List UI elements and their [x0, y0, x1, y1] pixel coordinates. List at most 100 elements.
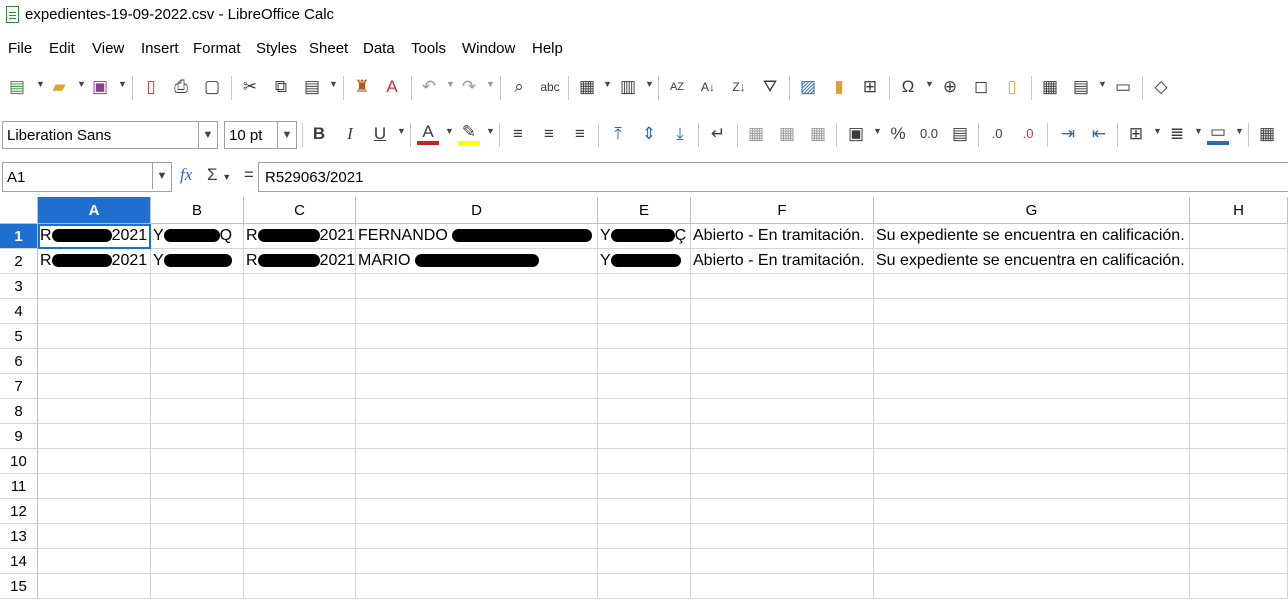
paste-icon[interactable]: ▤	[301, 76, 323, 98]
column-header-d[interactable]: D	[356, 197, 598, 224]
formula-input[interactable]: R529063/2021	[258, 162, 1288, 192]
cell-f2[interactable]: Abierto - En tramitación.	[691, 249, 874, 274]
decrease-indent-icon[interactable]: ⇤	[1088, 123, 1110, 145]
empty-cell[interactable]	[1190, 499, 1288, 524]
sort-icon[interactable]: AZ	[666, 76, 688, 98]
row-header[interactable]: 13	[0, 524, 38, 549]
merge-center-icon[interactable]: ▦	[745, 123, 767, 145]
cell-g2[interactable]: Su expediente se encuentra en calificaci…	[874, 249, 1190, 274]
row-header[interactable]: 10	[0, 449, 38, 474]
column-header-h[interactable]: H	[1190, 197, 1288, 224]
empty-cell[interactable]	[598, 424, 691, 449]
menu-tools[interactable]: Tools	[411, 40, 446, 57]
empty-cell[interactable]	[356, 424, 598, 449]
undo-icon[interactable]: ↶	[418, 76, 440, 98]
empty-cell[interactable]	[244, 324, 356, 349]
row-header[interactable]: 7	[0, 374, 38, 399]
borders-dropdown-icon[interactable]: ▼	[1153, 126, 1162, 136]
row-header[interactable]: 11	[0, 474, 38, 499]
empty-cell[interactable]	[691, 474, 874, 499]
empty-cell[interactable]	[598, 499, 691, 524]
row-header[interactable]: 14	[0, 549, 38, 574]
currency-dropdown-icon[interactable]: ▼	[873, 126, 882, 136]
cell-d2[interactable]: MARIO	[356, 249, 598, 274]
empty-cell[interactable]	[38, 349, 151, 374]
empty-cell[interactable]	[1190, 524, 1288, 549]
empty-cell[interactable]	[151, 324, 244, 349]
row-dropdown-icon[interactable]: ▼	[603, 79, 612, 89]
column-header-a[interactable]: A	[38, 197, 151, 224]
print-preview-icon[interactable]: ▢	[201, 76, 223, 98]
cell-a1[interactable]: R 2021	[38, 224, 151, 249]
empty-cell[interactable]	[874, 549, 1190, 574]
empty-cell[interactable]	[874, 399, 1190, 424]
empty-cell[interactable]	[151, 549, 244, 574]
increase-indent-icon[interactable]: ⇥	[1057, 123, 1079, 145]
row-header[interactable]: 3	[0, 274, 38, 299]
empty-cell[interactable]	[598, 299, 691, 324]
empty-cell[interactable]	[691, 524, 874, 549]
date-format-icon[interactable]: ▤	[949, 123, 971, 145]
define-print-area-icon[interactable]: ▦	[1039, 76, 1061, 98]
empty-cell[interactable]	[38, 449, 151, 474]
empty-cell[interactable]	[151, 374, 244, 399]
menu-sheet[interactable]: Sheet	[309, 40, 348, 57]
row-header[interactable]: 15	[0, 574, 38, 599]
unmerge-cells-icon[interactable]: ▦	[807, 123, 829, 145]
empty-cell[interactable]	[874, 499, 1190, 524]
row-header[interactable]: 4	[0, 299, 38, 324]
bold-icon[interactable]: B	[308, 123, 330, 145]
new-dropdown-icon[interactable]: ▼	[36, 79, 45, 89]
spreadsheet-grid[interactable]: A B C D E F G H 1 2 3 4 5 6 7 8 9 10 11 …	[0, 197, 1288, 600]
empty-cell[interactable]	[38, 374, 151, 399]
empty-cell[interactable]	[244, 524, 356, 549]
show-draw-functions-icon[interactable]: ◇	[1150, 76, 1172, 98]
empty-cell[interactable]	[1190, 474, 1288, 499]
export-pdf-icon[interactable]: ▯	[140, 76, 162, 98]
borders-icon[interactable]: ⊞	[1125, 123, 1147, 145]
empty-cell[interactable]	[38, 474, 151, 499]
find-replace-icon[interactable]: ⌕	[508, 76, 530, 98]
header-footer-icon[interactable]: ▯	[1001, 76, 1023, 98]
align-bottom-icon[interactable]: ⤓	[669, 123, 691, 145]
row-icon[interactable]: ▦	[576, 76, 598, 98]
empty-cell[interactable]	[598, 274, 691, 299]
sum-dropdown-icon[interactable]: ▼	[222, 172, 231, 182]
row-header[interactable]: 1	[0, 224, 38, 249]
sort-descending-icon[interactable]: Z↓	[728, 76, 750, 98]
conditional-format-icon[interactable]: ▦	[1256, 123, 1278, 145]
row-header[interactable]: 5	[0, 324, 38, 349]
column-header-b[interactable]: B	[151, 197, 244, 224]
empty-cell[interactable]	[356, 499, 598, 524]
redo-icon[interactable]: ↷	[458, 76, 480, 98]
underline-icon[interactable]: U	[369, 123, 391, 145]
empty-cell[interactable]	[356, 549, 598, 574]
menu-format[interactable]: Format	[193, 40, 241, 57]
empty-cell[interactable]	[38, 424, 151, 449]
cell-h1[interactable]	[1190, 224, 1288, 249]
select-all-corner[interactable]	[0, 197, 38, 224]
empty-cell[interactable]	[38, 524, 151, 549]
empty-cell[interactable]	[356, 374, 598, 399]
formula-icon[interactable]: =	[244, 165, 254, 184]
align-left-icon[interactable]: ≡	[507, 123, 529, 145]
clone-formatting-icon[interactable]: ♜	[351, 76, 373, 98]
merge-cells-icon[interactable]: ▦	[776, 123, 798, 145]
clear-formatting-icon[interactable]: A	[381, 76, 403, 98]
cell-c1[interactable]: R 2021	[244, 224, 356, 249]
empty-cell[interactable]	[38, 274, 151, 299]
empty-cell[interactable]	[598, 449, 691, 474]
cell-e1[interactable]: YÇ	[598, 224, 691, 249]
empty-cell[interactable]	[691, 399, 874, 424]
row-header[interactable]: 2	[0, 249, 38, 274]
empty-cell[interactable]	[38, 499, 151, 524]
empty-cell[interactable]	[244, 374, 356, 399]
chevron-down-icon[interactable]: ▼	[277, 122, 296, 148]
column-icon[interactable]: ▥	[617, 76, 639, 98]
row-header[interactable]: 9	[0, 424, 38, 449]
menu-edit[interactable]: Edit	[49, 40, 75, 57]
empty-cell[interactable]	[691, 424, 874, 449]
empty-cell[interactable]	[244, 274, 356, 299]
empty-cell[interactable]	[874, 449, 1190, 474]
menu-help[interactable]: Help	[532, 40, 563, 57]
